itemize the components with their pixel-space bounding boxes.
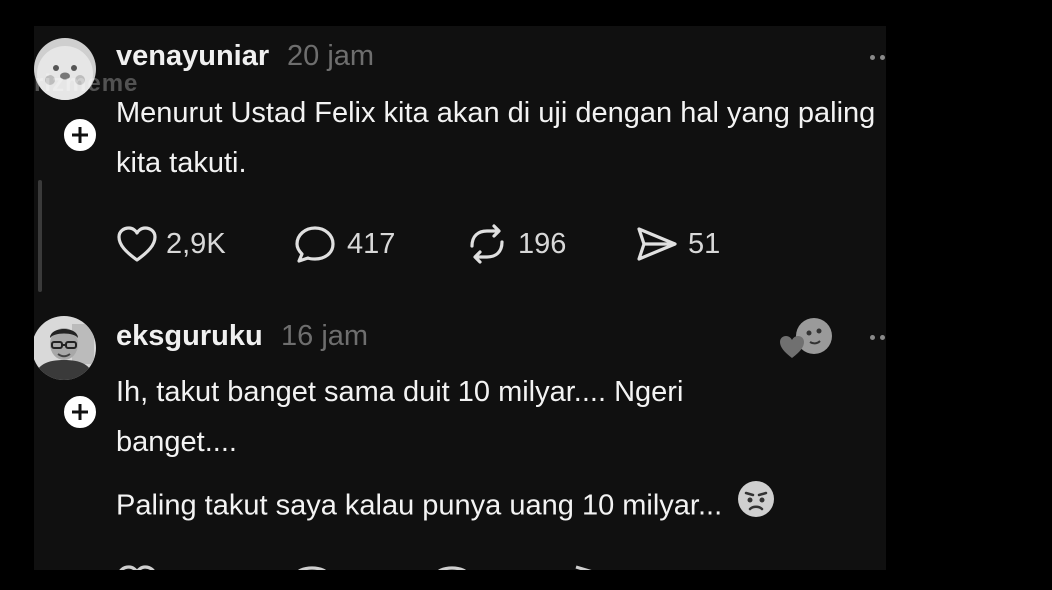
plus-icon — [72, 127, 88, 143]
heart-moon-reaction-icon — [780, 318, 832, 358]
follow-plus-button[interactable] — [61, 393, 99, 431]
follow-plus-button[interactable] — [61, 116, 99, 154]
comment-count: 417 — [347, 227, 396, 260]
heart-icon — [117, 226, 157, 262]
repost-button[interactable]: 196 — [464, 224, 566, 264]
man-with-glasses-avatar-icon — [34, 316, 96, 380]
share-button[interactable]: 51 — [634, 224, 720, 264]
username[interactable]: venayuniar — [116, 40, 269, 73]
more-options-button[interactable] — [870, 55, 886, 60]
thread-connector-line — [38, 180, 42, 292]
like-button[interactable]: 2,9K — [116, 224, 226, 264]
watermark: rizmeme — [34, 70, 139, 97]
comment-bubble-icon — [295, 226, 335, 263]
like-count: 2,9K — [166, 227, 226, 260]
timestamp: 20 jam — [287, 40, 375, 72]
dot — [880, 55, 885, 60]
post-text-line: Paling takut saya kalau punya uang 10 mi… — [116, 489, 723, 522]
share-count: 51 — [688, 227, 721, 260]
comment-button[interactable]: 417 — [293, 224, 395, 264]
avatar[interactable] — [34, 316, 96, 380]
username[interactable]: eksguruku — [116, 320, 263, 353]
repost-count: 196 — [518, 227, 567, 260]
threads-feed: rizmeme venayuniar 20 jam Menurut Ustad … — [34, 26, 886, 570]
dot — [870, 335, 875, 340]
timestamp: 16 jam — [281, 320, 369, 352]
send-icon — [637, 227, 677, 261]
dot — [870, 55, 875, 60]
action-icons-partial — [119, 565, 592, 570]
reaction-sticker — [778, 314, 836, 367]
cut-off-action-row — [116, 562, 676, 570]
post-text: Menurut Ustad Felix kita akan di uji den… — [116, 97, 876, 179]
dot — [880, 335, 885, 340]
repost-icon — [470, 224, 504, 264]
plus-icon — [72, 404, 88, 420]
worried-face-emoji-icon — [736, 479, 776, 535]
post-text-paragraph-2: Paling takut saya kalau punya uang 10 mi… — [116, 479, 876, 535]
post-text-paragraph-1: Ih, takut banget sama duit 10 milyar....… — [116, 376, 684, 458]
more-options-button[interactable] — [870, 335, 886, 340]
